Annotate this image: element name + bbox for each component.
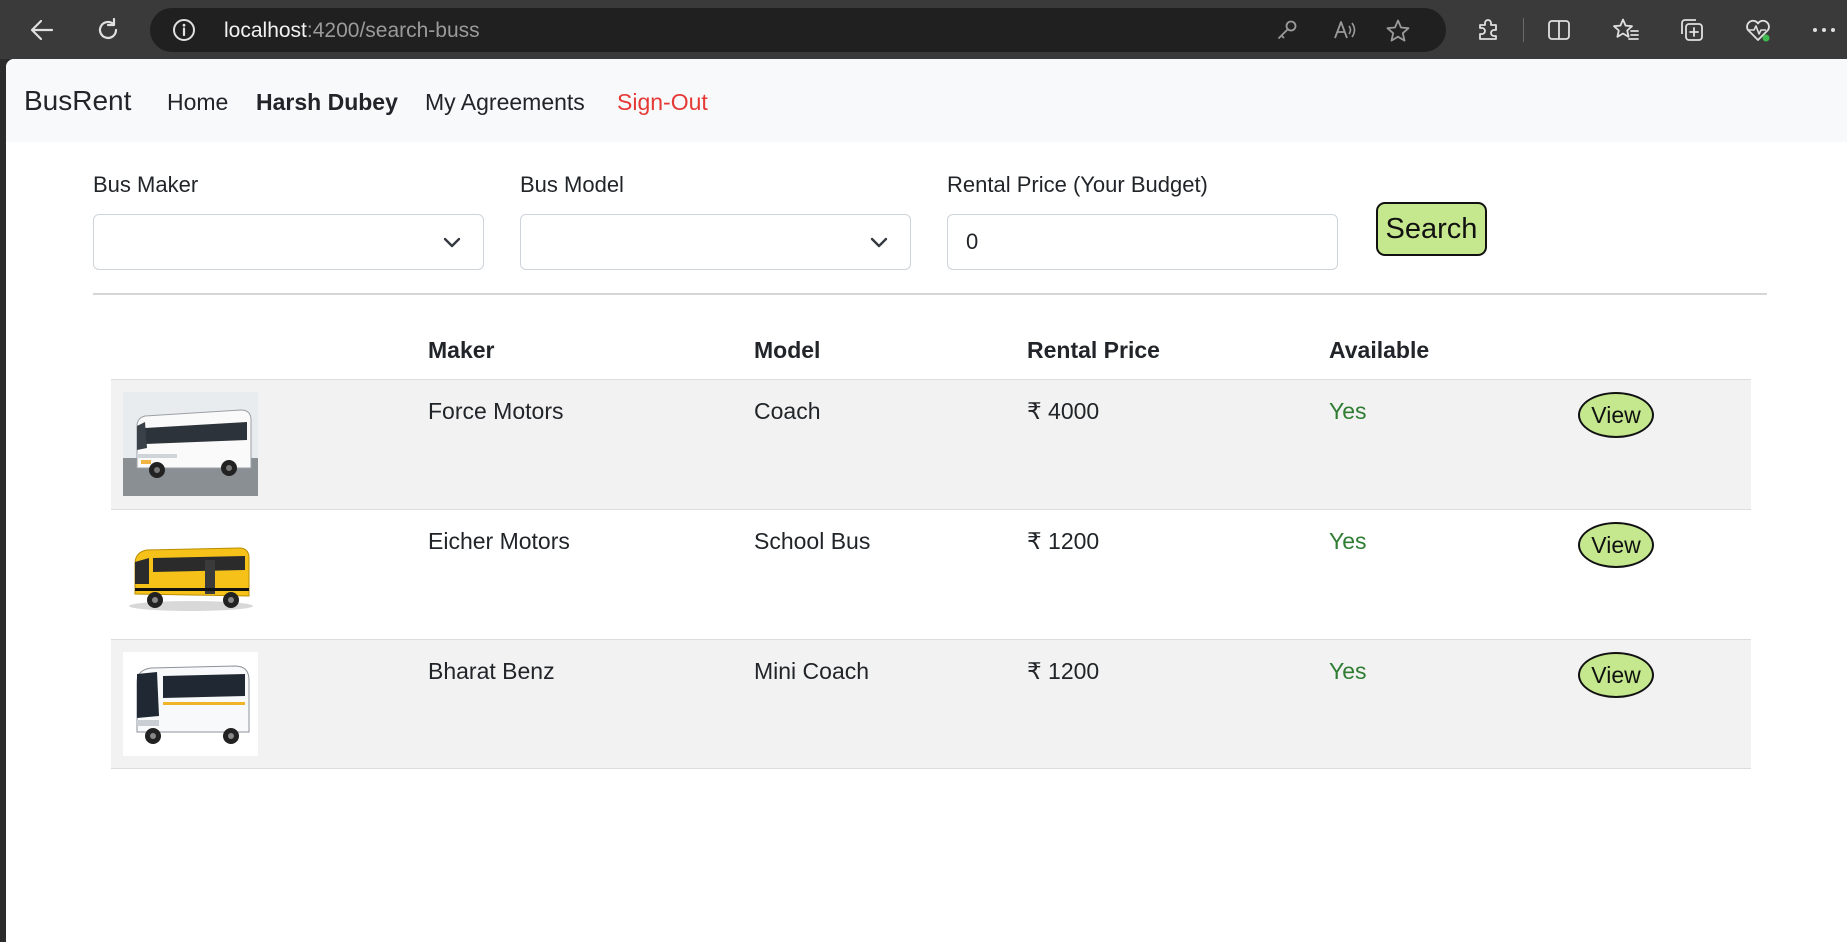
nav-home[interactable]: Home <box>167 89 228 116</box>
available-cell: Yes <box>1329 398 1367 424</box>
bus-image <box>123 392 258 496</box>
bus-maker-label: Bus Maker <box>93 172 199 197</box>
table-row: Force Motors Coach ₹ 4000 Yes View <box>111 379 1751 509</box>
split-screen-button[interactable] <box>1539 10 1579 50</box>
bus-model-label: Bus Model <box>520 172 624 197</box>
price-cell: ₹ 1200 <box>1027 658 1100 684</box>
table-row: Eicher Motors School Bus ₹ 1200 Yes View <box>111 509 1751 639</box>
view-button[interactable]: View <box>1578 652 1654 698</box>
favorite-star-icon[interactable] <box>1385 18 1411 44</box>
view-button[interactable]: View <box>1578 392 1654 438</box>
favorites-list-icon <box>1613 18 1639 40</box>
model-cell: Mini Coach <box>754 658 870 684</box>
back-button[interactable] <box>22 10 62 50</box>
split-screen-icon <box>1548 20 1570 40</box>
reload-icon <box>98 17 118 39</box>
extensions-button[interactable] <box>1468 10 1508 50</box>
collections-button[interactable] <box>1672 10 1712 50</box>
address-bar[interactable]: localhost:4200/search-buss <box>150 8 1446 52</box>
bus-maker-select[interactable] <box>93 214 484 270</box>
available-cell: Yes <box>1329 528 1367 554</box>
read-aloud-icon[interactable] <box>1332 18 1358 42</box>
chevron-down-icon <box>443 237 461 248</box>
toolbar-divider <box>1523 18 1524 42</box>
column-header-model: Model <box>754 337 821 363</box>
favorites-button[interactable] <box>1606 10 1646 50</box>
bus-image <box>123 522 258 626</box>
nav-my-agreements[interactable]: My Agreements <box>425 89 585 116</box>
model-cell: Coach <box>754 398 821 424</box>
site-info-icon[interactable] <box>172 18 196 42</box>
nav-sign-out[interactable]: Sign-Out <box>617 89 708 116</box>
browser-essentials-button[interactable] <box>1738 10 1778 50</box>
table-row: Bharat Benz Mini Coach ₹ 1200 Yes View <box>111 639 1751 769</box>
brand-logo[interactable]: BusRent <box>24 85 131 117</box>
heart-pulse-icon <box>1746 19 1770 42</box>
reload-button[interactable] <box>88 10 128 50</box>
browser-toolbar: localhost:4200/search-buss <box>0 0 1847 59</box>
rental-price-label: Rental Price (Your Budget) <box>947 172 1208 197</box>
puzzle-icon <box>1479 19 1497 40</box>
search-button[interactable]: Search <box>1376 202 1487 256</box>
url-text[interactable]: localhost:4200/search-buss <box>224 19 480 43</box>
url-path: :4200/search-buss <box>306 19 480 42</box>
nav-user-name[interactable]: Harsh Dubey <box>256 89 398 116</box>
bus-image <box>123 652 258 756</box>
column-header-available: Available <box>1329 337 1430 363</box>
back-arrow-icon <box>30 19 54 41</box>
maker-cell: Bharat Benz <box>428 658 555 684</box>
chevron-down-icon <box>870 237 888 248</box>
column-header-maker: Maker <box>428 337 495 363</box>
maker-cell: Force Motors <box>428 398 564 424</box>
more-dots-icon <box>1813 28 1835 32</box>
rental-price-input[interactable]: 0 <box>947 214 1338 270</box>
model-cell: School Bus <box>754 528 871 554</box>
available-cell: Yes <box>1329 658 1367 684</box>
collections-icon <box>1681 19 1703 41</box>
column-header-rental-price: Rental Price <box>1027 337 1160 363</box>
maker-cell: Eicher Motors <box>428 528 570 554</box>
divider <box>93 293 1767 295</box>
navbar: BusRent Home Harsh Dubey My Agreements S… <box>6 59 1847 142</box>
price-cell: ₹ 4000 <box>1027 398 1100 424</box>
price-cell: ₹ 1200 <box>1027 528 1100 554</box>
url-host: localhost <box>224 19 307 42</box>
bus-model-select[interactable] <box>520 214 911 270</box>
more-menu-button[interactable] <box>1804 10 1844 50</box>
view-button[interactable]: View <box>1578 522 1654 568</box>
key-icon[interactable] <box>1275 18 1299 42</box>
web-page: BusRent Home Harsh Dubey My Agreements S… <box>6 59 1847 942</box>
